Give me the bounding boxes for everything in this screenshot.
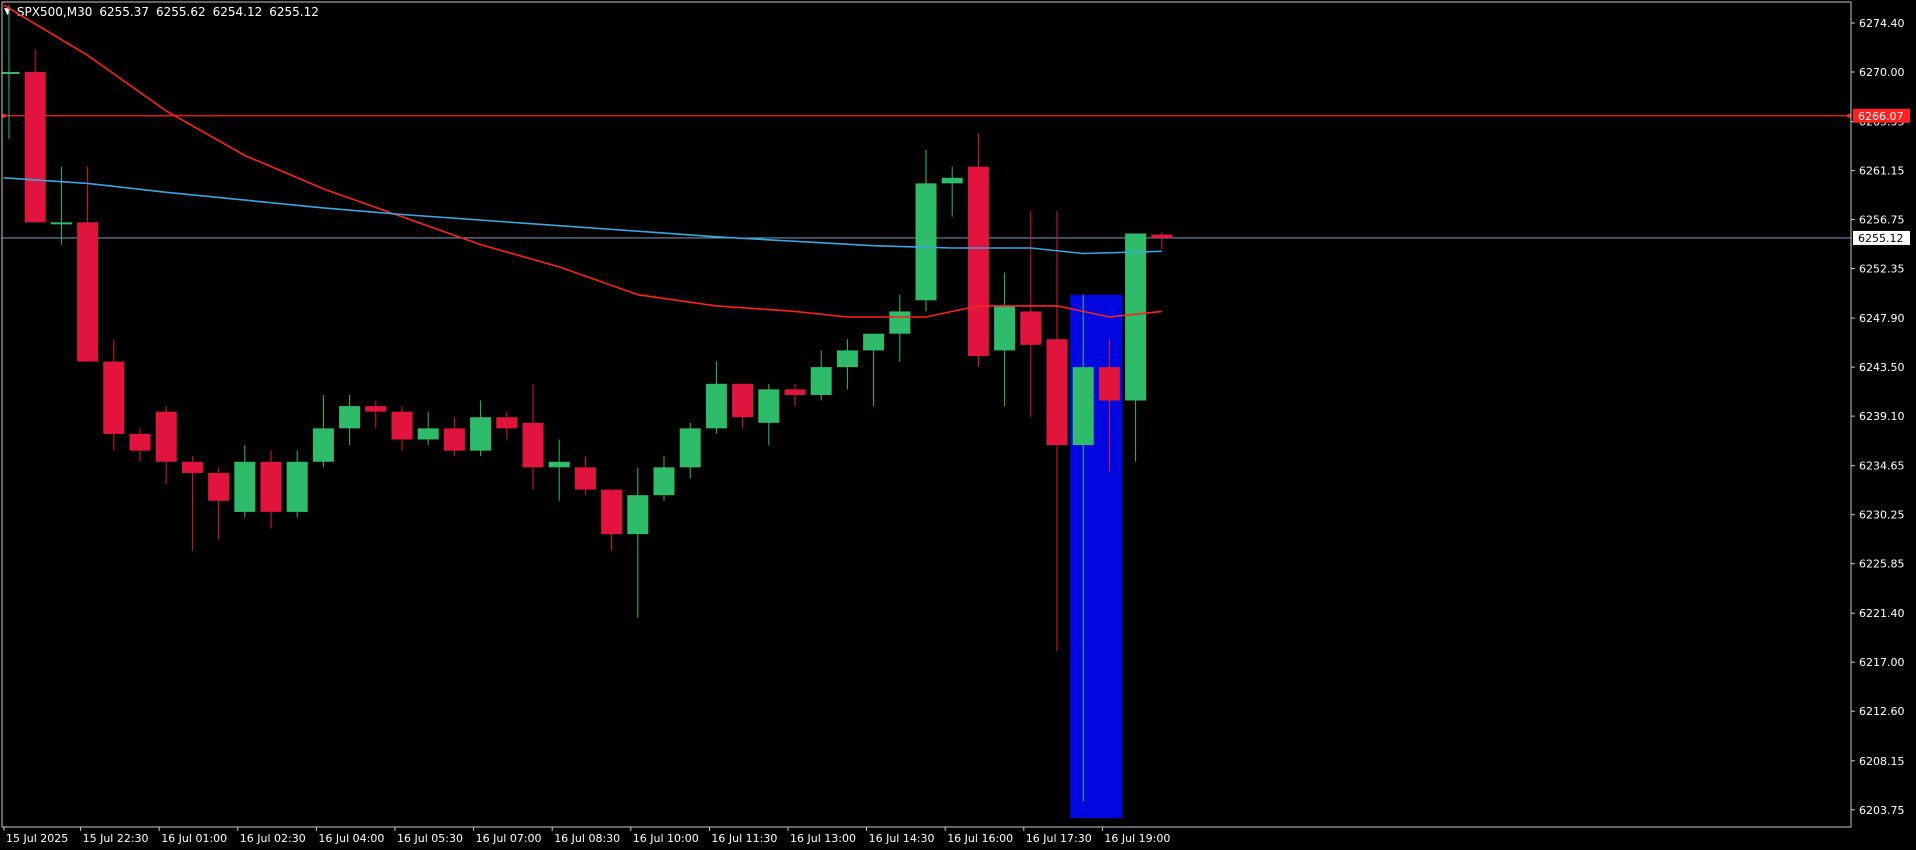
candle-body	[548, 461, 570, 468]
candle-body	[129, 433, 151, 451]
chart-area[interactable]: ▼ SPX500,M30 6255.37 6255.62 6254.12 625…	[0, 0, 1916, 850]
x-tick-label: 16 Jul 11:30	[711, 832, 777, 845]
x-tick-label: 16 Jul 02:30	[240, 832, 306, 845]
candle-body	[522, 422, 544, 468]
y-tick-label: 6270.00	[1859, 66, 1905, 79]
y-tick-label: 6208.15	[1859, 755, 1905, 768]
candle-body	[24, 72, 46, 223]
x-tick-label: 16 Jul 08:30	[554, 832, 620, 845]
candle-body	[260, 461, 282, 512]
candle-body	[679, 428, 701, 468]
candle-body	[181, 461, 203, 473]
candle-body	[77, 222, 99, 362]
candle-body	[1072, 367, 1094, 446]
candle-body	[732, 383, 754, 418]
candle-body	[1020, 311, 1042, 345]
candle-body	[967, 166, 989, 356]
candle-body	[836, 350, 858, 368]
candle-body	[627, 495, 649, 535]
x-tick-label: 16 Jul 17:30	[1026, 832, 1092, 845]
x-tick-label: 16 Jul 07:00	[476, 832, 542, 845]
x-tick-label: 16 Jul 19:00	[1104, 832, 1170, 845]
y-tick-label: 6247.90	[1859, 312, 1905, 325]
candle-body	[601, 489, 623, 535]
candle-body	[339, 406, 361, 429]
candle-body	[810, 367, 832, 395]
candle-body	[391, 411, 413, 440]
y-tick-label: 6212.60	[1859, 705, 1905, 718]
x-tick-label: 16 Jul 14:30	[869, 832, 935, 845]
candle-body	[496, 417, 518, 429]
candle-body	[417, 428, 439, 440]
level-price-tag-label: 6266.07	[1858, 110, 1904, 123]
y-tick-label: 6239.10	[1859, 410, 1905, 423]
candle-body	[758, 389, 780, 423]
candle-body	[208, 472, 230, 501]
x-tick-label: 16 Jul 13:00	[790, 832, 856, 845]
candle-body	[1098, 367, 1120, 401]
candle-body	[705, 383, 727, 429]
level-line-handle-icon[interactable]	[2, 113, 6, 118]
chart-svg: 6274.406270.006265.556261.156256.756252.…	[1, 1, 1910, 845]
candle-body	[994, 305, 1016, 351]
x-tick-label: 15 Jul 2025	[6, 832, 68, 845]
candle-body	[50, 222, 72, 225]
candle-body	[286, 461, 308, 512]
level-line-handle-icon[interactable]	[1847, 113, 1851, 118]
x-tick-label: 16 Jul 05:30	[397, 832, 463, 845]
x-tick-label: 16 Jul 04:00	[318, 832, 384, 845]
y-tick-label: 6221.40	[1859, 607, 1905, 620]
y-tick-label: 6230.25	[1859, 509, 1905, 522]
current-price-tag-label: 6255.12	[1858, 232, 1904, 245]
candle-body	[653, 467, 675, 496]
y-tick-label: 6252.35	[1859, 263, 1905, 276]
candle-body	[470, 417, 492, 451]
candle-body	[234, 461, 256, 512]
candle-body	[312, 428, 334, 462]
candle-body	[889, 311, 911, 334]
candle-body	[155, 411, 177, 462]
y-tick-label: 6261.15	[1859, 165, 1905, 178]
candle-body	[1046, 339, 1068, 446]
candle-body	[1125, 233, 1147, 401]
candle-body	[365, 406, 387, 412]
candle-body	[863, 333, 885, 351]
candle-body	[443, 428, 465, 451]
candle-body	[941, 177, 963, 184]
candle-body	[915, 183, 937, 301]
x-tick-label: 16 Jul 01:00	[161, 832, 227, 845]
plot-frame	[1, 1, 1852, 828]
candle-body	[2, 72, 20, 74]
candle-body	[1151, 234, 1173, 238]
y-tick-label: 6243.50	[1859, 361, 1905, 374]
y-tick-label: 6217.00	[1859, 656, 1905, 669]
y-tick-label: 6234.65	[1859, 460, 1905, 473]
y-tick-label: 6225.85	[1859, 558, 1905, 571]
x-tick-label: 15 Jul 22:30	[83, 832, 149, 845]
candle-body	[103, 361, 125, 434]
y-tick-label: 6203.75	[1859, 804, 1905, 817]
x-tick-label: 16 Jul 10:00	[633, 832, 699, 845]
y-tick-label: 6256.75	[1859, 214, 1905, 227]
x-tick-label: 16 Jul 16:00	[947, 832, 1013, 845]
y-tick-label: 6274.40	[1859, 17, 1905, 30]
candle-body	[784, 389, 806, 395]
candle-body	[574, 467, 596, 490]
